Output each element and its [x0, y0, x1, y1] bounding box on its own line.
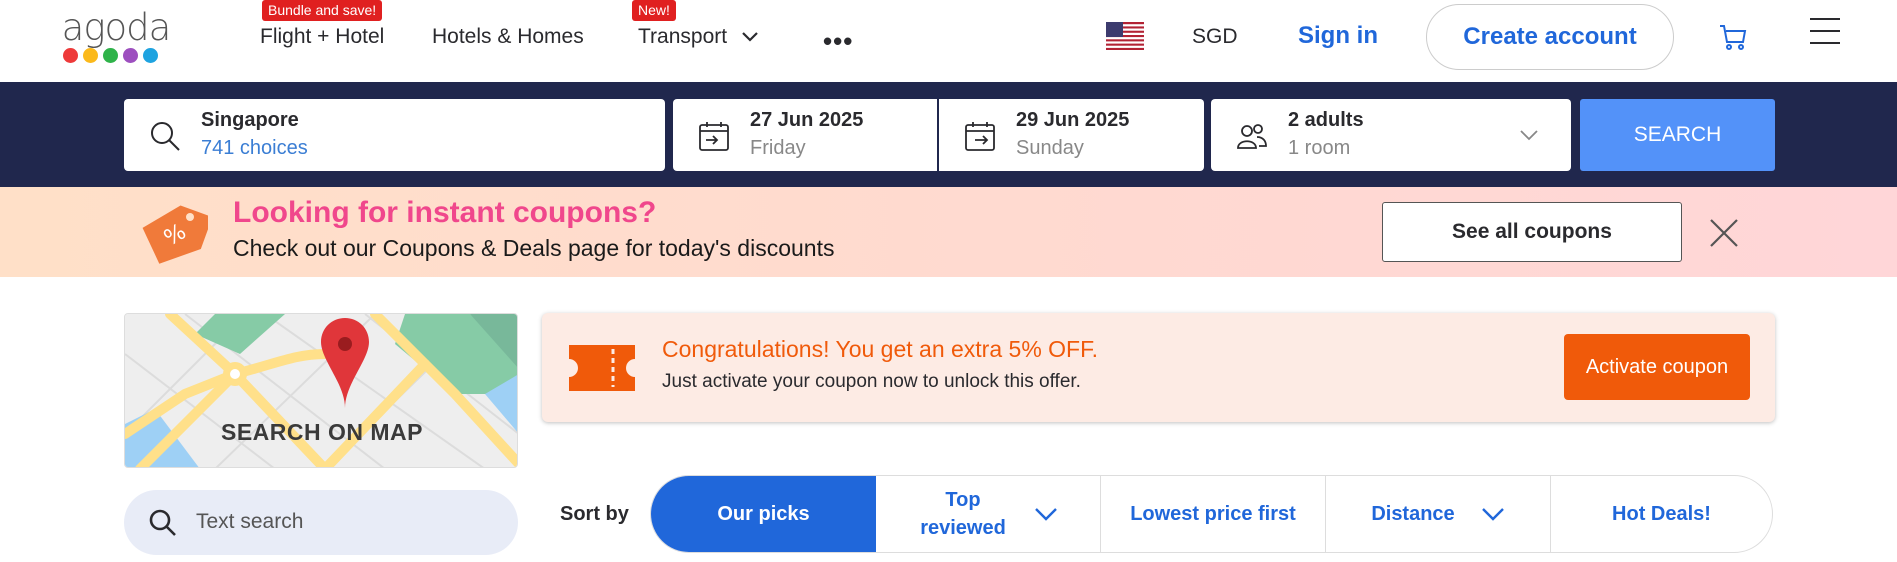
see-all-coupons-button[interactable]: See all coupons: [1382, 202, 1682, 262]
nav-transport[interactable]: Transport: [638, 25, 759, 49]
bundle-badge: Bundle and save!: [262, 0, 383, 21]
coupon-banner-heading: Looking for instant coupons?: [233, 196, 657, 229]
search-on-map-label: SEARCH ON MAP: [220, 419, 423, 445]
coupon-banner: % Looking for instant coupons? Check out…: [0, 187, 1897, 277]
more-menu-button[interactable]: •••: [823, 26, 853, 57]
chevron-down-icon: [742, 32, 758, 43]
sort-tab-label: Hot Deals!: [1612, 503, 1711, 525]
checkout-date: 29 Jun 2025: [1016, 109, 1130, 131]
search-icon: [149, 509, 176, 536]
destination-choices: 741 choices: [201, 137, 308, 159]
sort-tab-hot-deals[interactable]: Hot Deals!: [1551, 476, 1772, 552]
cart-icon[interactable]: [1718, 22, 1748, 52]
checkout-field[interactable]: 29 Jun 2025 Sunday: [939, 99, 1204, 171]
sort-tab-lowest-price[interactable]: Lowest price first: [1101, 476, 1326, 552]
destination-value: Singapore: [201, 109, 299, 131]
sort-tab-label: Distance: [1371, 503, 1455, 525]
chevron-down-icon: [1035, 508, 1057, 521]
promo-coupon-card: Congratulations! You get an extra 5% OFF…: [542, 313, 1775, 422]
calendar-checkin-icon: [699, 122, 729, 151]
new-badge: New!: [632, 0, 676, 21]
nav-flight-hotel[interactable]: Flight + Hotel: [260, 25, 384, 49]
promo-heading: Congratulations! You get an extra 5% OFF…: [662, 336, 1098, 362]
nav-hotels-homes[interactable]: Hotels & Homes: [432, 25, 584, 49]
destination-field[interactable]: Singapore 741 choices: [124, 99, 665, 171]
checkout-day: Sunday: [1016, 137, 1084, 159]
checkin-field[interactable]: 27 Jun 2025 Friday: [673, 99, 937, 171]
logo-dots: [63, 48, 158, 63]
sign-in-link[interactable]: Sign in: [1298, 22, 1378, 50]
search-button[interactable]: SEARCH: [1580, 99, 1775, 171]
sort-by-label: Sort by: [560, 503, 629, 525]
uk-flag-icon[interactable]: [1106, 22, 1144, 50]
checkin-date: 27 Jun 2025: [750, 109, 864, 131]
create-account-button[interactable]: Create account: [1426, 4, 1674, 70]
hamburger-menu-icon[interactable]: [1810, 18, 1840, 48]
currency-selector[interactable]: SGD: [1192, 25, 1238, 49]
logo-text: agoda: [61, 6, 172, 49]
activate-coupon-button[interactable]: Activate coupon: [1564, 334, 1750, 400]
sort-tab-label: Top reviewed: [920, 489, 1006, 539]
top-header: agoda Bundle and save! Flight + Hotel Ho…: [0, 0, 1897, 82]
sort-tab-our-picks[interactable]: Our picks: [651, 476, 876, 552]
promo-text: Just activate your coupon now to unlock …: [662, 371, 1081, 392]
text-search-box[interactable]: [124, 490, 518, 555]
sort-tab-label: Our picks: [717, 503, 810, 525]
sort-tab-label: Lowest price first: [1130, 503, 1296, 525]
search-on-map-card[interactable]: SEARCH ON MAP: [124, 313, 518, 468]
search-icon: [151, 122, 180, 151]
guests-field[interactable]: 2 adults 1 room: [1211, 99, 1571, 171]
coupon-tag-icon: %: [142, 205, 208, 264]
agoda-logo[interactable]: agoda: [60, 6, 172, 66]
guests-adults: 2 adults: [1288, 109, 1364, 131]
coupon-banner-text: Check out our Coupons & Deals page for t…: [233, 235, 835, 261]
sort-tab-distance[interactable]: Distance: [1326, 476, 1551, 552]
nav-transport-label: Transport: [638, 25, 728, 48]
guests-icon: [1237, 124, 1267, 149]
ticket-icon: [569, 345, 635, 391]
chevron-down-icon: [1481, 508, 1504, 521]
sort-bar: Our picks Top reviewed Lowest price firs…: [650, 475, 1773, 553]
close-icon[interactable]: [1708, 217, 1740, 249]
checkin-day: Friday: [750, 137, 806, 159]
calendar-checkout-icon: [965, 122, 995, 151]
search-bar: Singapore 741 choices 27 Jun 2025 Friday…: [0, 82, 1897, 187]
sort-tab-top-reviewed[interactable]: Top reviewed: [876, 476, 1101, 552]
guests-rooms: 1 room: [1288, 137, 1351, 159]
chevron-down-icon: [1520, 130, 1538, 141]
text-search-input[interactable]: [196, 510, 496, 534]
